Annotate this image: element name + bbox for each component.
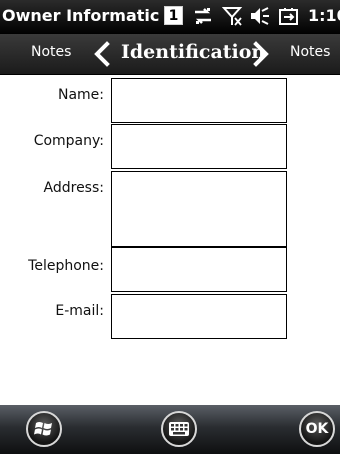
volume-icon[interactable] bbox=[248, 5, 270, 27]
keyboard-icon bbox=[169, 422, 189, 436]
name-field[interactable] bbox=[111, 78, 287, 123]
start-button[interactable] bbox=[26, 411, 62, 447]
chevron-right-icon[interactable] bbox=[252, 41, 270, 67]
bottom-softkey-bar: OK bbox=[0, 405, 340, 454]
ok-button[interactable]: OK bbox=[299, 411, 335, 447]
chevron-left-icon[interactable] bbox=[93, 41, 111, 67]
windows-start-icon bbox=[34, 422, 52, 436]
company-field[interactable] bbox=[111, 124, 287, 169]
window-title: Owner Informatic bbox=[2, 6, 160, 25]
name-label: Name: bbox=[57, 87, 104, 103]
battery-charging-icon[interactable] bbox=[277, 5, 299, 27]
telephone-label: Telephone: bbox=[28, 258, 104, 274]
ok-label: OK bbox=[305, 421, 329, 437]
status-bar: Owner Informatic 1 1:10 bbox=[0, 0, 340, 34]
telephone-field[interactable] bbox=[111, 247, 287, 292]
address-label: Address: bbox=[43, 180, 104, 196]
keyboard-button[interactable] bbox=[161, 411, 197, 447]
tab-navigation-bar: Notes Identification Notes bbox=[0, 34, 340, 75]
email-label: E-mail: bbox=[55, 303, 104, 319]
clock[interactable]: 1:10 bbox=[308, 6, 340, 25]
no-signal-icon[interactable] bbox=[222, 5, 244, 27]
previous-tab-label[interactable]: Notes bbox=[31, 44, 71, 60]
email-field[interactable] bbox=[111, 294, 287, 339]
network-sync-icon[interactable] bbox=[192, 5, 214, 27]
address-field[interactable] bbox=[111, 171, 287, 247]
next-tab-label[interactable]: Notes bbox=[290, 44, 330, 60]
notification-badge[interactable]: 1 bbox=[164, 6, 183, 25]
page-title: Identification bbox=[121, 41, 266, 63]
company-label: Company: bbox=[33, 133, 104, 149]
